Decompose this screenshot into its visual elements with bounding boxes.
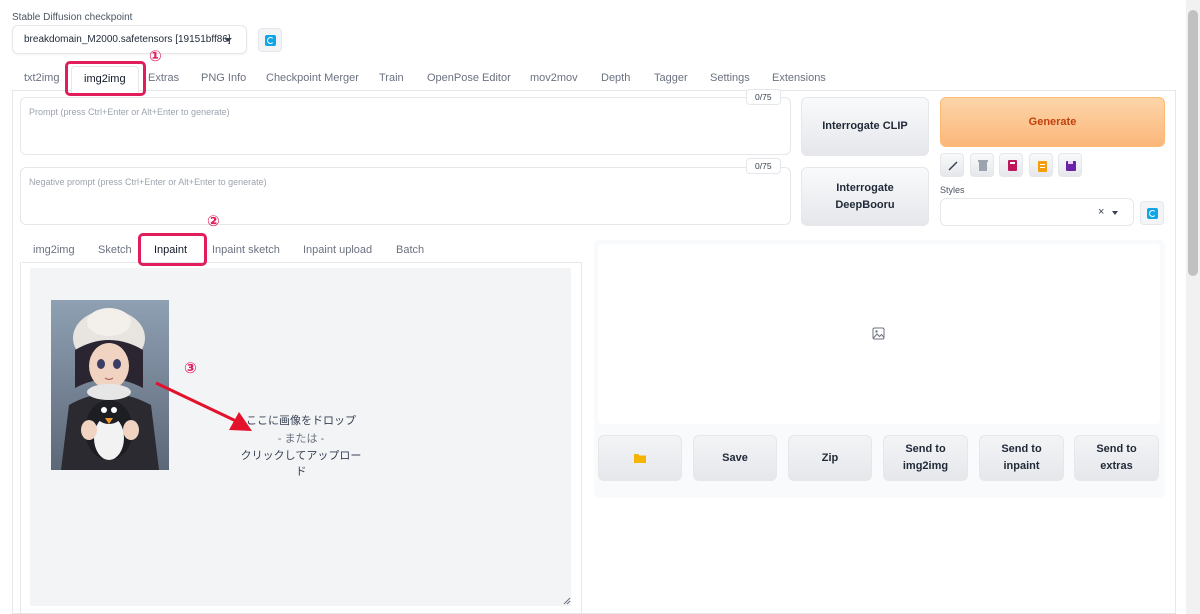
subtab-batch[interactable]: Batch [396,244,424,256]
send-to-extras-label-1: Send to [1096,443,1137,455]
prompt-placeholder: Prompt (press Ctrl+Enter or Alt+Enter to… [29,107,230,117]
send-to-extras-label-2: extras [1100,460,1133,472]
tab-depth[interactable]: Depth [601,72,630,84]
subtab-inpaint-upload[interactable]: Inpaint upload [303,244,372,256]
negative-prompt-placeholder: Negative prompt (press Ctrl+Enter or Alt… [29,177,267,187]
interrogate-clip-button[interactable]: Interrogate CLIP [801,97,929,156]
save-label: Save [722,451,748,464]
open-folder-button[interactable] [598,435,682,481]
send-to-img2img-button[interactable]: Send to img2img [883,435,968,481]
subtab-img2img[interactable]: img2img [33,244,75,256]
tab-extras[interactable]: Extras [148,72,179,84]
highlight-box-1 [65,61,146,96]
interrogate-clip-label: Interrogate CLIP [822,120,908,132]
send-to-img2img-label-2: img2img [902,460,949,472]
send-to-img2img-label-1: Send to [905,443,946,455]
drop-text-line-2: - または - [277,433,325,445]
styles-label: Styles [940,185,965,195]
folder-icon [634,454,646,463]
clear-styles-icon[interactable]: × [1098,206,1104,218]
refresh-icon [265,35,276,46]
checkpoint-label: Stable Diffusion checkpoint [12,12,133,23]
show-extra-networks-button[interactable] [999,153,1023,177]
zip-button[interactable]: Zip [788,435,872,481]
subtab-inpaint-sketch[interactable]: Inpaint sketch [212,244,280,256]
tab-tagger[interactable]: Tagger [654,72,688,84]
send-to-inpaint-button[interactable]: Send to inpaint [979,435,1064,481]
tab-settings[interactable]: Settings [710,72,750,84]
refresh-styles-button[interactable] [1140,201,1164,225]
paste-prompt-button[interactable] [940,153,964,177]
drop-text-line-1: ここに画像をドロップ [246,415,356,427]
annotation-number-3: ③ [184,360,197,377]
save-style-button[interactable] [1058,153,1082,177]
interrogate-deepbooru-button[interactable]: Interrogate DeepBooru [801,167,929,226]
resize-handle-icon[interactable] [563,597,571,605]
send-to-inpaint-label-2: inpaint [1003,460,1040,472]
highlight-box-2 [138,233,207,266]
prompt-textarea[interactable]: Prompt (press Ctrl+Enter or Alt+Enter to… [20,97,791,155]
checkpoint-select[interactable]: breakdomain_M2000.safetensors [19151bff8… [12,25,247,54]
interrogate-deepbooru-label-1: Interrogate [836,181,894,194]
refresh-checkpoint-button[interactable] [258,28,282,52]
arrow-icon [948,161,958,171]
floppy-disk-icon [1066,161,1076,171]
refresh-icon [1147,208,1158,219]
generate-button[interactable]: Generate [940,97,1165,147]
tab-train[interactable]: Train [379,72,404,84]
send-to-inpaint-label-1: Send to [1001,443,1042,455]
annotation-number-1: ① [149,48,162,65]
image-placeholder-icon [872,327,885,340]
drop-text-line-3: クリックしてアップロード [240,450,362,478]
tab-extensions[interactable]: Extensions [772,72,826,84]
trash-icon [978,160,988,171]
tab-openpose-editor[interactable]: OpenPose Editor [427,72,511,84]
save-button[interactable]: Save [693,435,777,481]
negative-prompt-token-counter: 0/75 [746,158,781,174]
annotation-number-2: ② [207,213,220,230]
chevron-down-icon [224,38,232,42]
clear-prompt-button[interactable] [970,153,994,177]
checkpoint-value: breakdomain_M2000.safetensors [19151bff8… [24,34,231,45]
negative-prompt-textarea[interactable]: Negative prompt (press Ctrl+Enter or Alt… [20,167,791,225]
send-to-extras-button[interactable]: Send to extras [1074,435,1159,481]
generate-label: Generate [1028,116,1077,128]
tab-checkpoint-merger[interactable]: Checkpoint Merger [266,72,359,84]
clipboard-icon [1038,161,1047,172]
interrogate-deepbooru-label-2: DeepBooru [835,198,895,211]
styles-select[interactable]: × [940,198,1134,226]
prompt-token-counter: 0/75 [746,89,781,105]
tab-mov2mov[interactable]: mov2mov [530,72,578,84]
zip-label: Zip [821,451,839,464]
apply-style-button[interactable] [1029,153,1053,177]
scrollbar-thumb[interactable] [1188,10,1198,276]
chevron-down-icon [1112,211,1118,215]
tab-txt2img[interactable]: txt2img [24,72,59,84]
subtab-sketch[interactable]: Sketch [98,244,132,256]
book-icon [1008,160,1017,171]
tab-png-info[interactable]: PNG Info [201,72,246,84]
